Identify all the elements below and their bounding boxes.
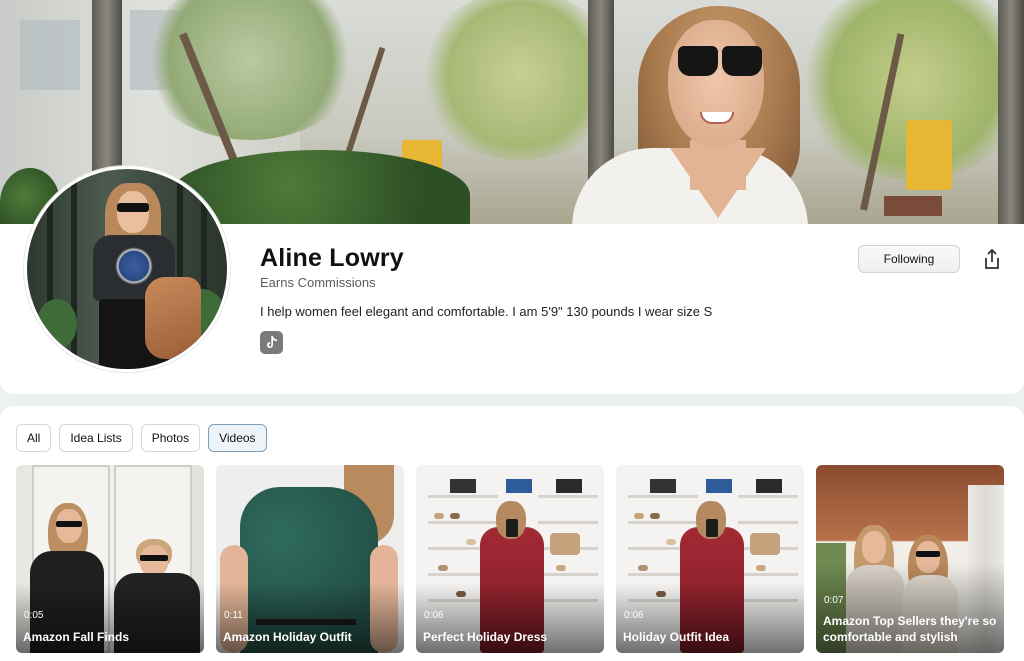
video-card[interactable]: 0:05 Amazon Fall Finds <box>16 465 204 653</box>
video-card[interactable]: 0:06 Perfect Holiday Dress <box>416 465 604 653</box>
commission-badge: Earns Commissions <box>260 275 376 290</box>
video-title: Amazon Fall Finds <box>23 630 130 644</box>
tiktok-icon[interactable] <box>260 331 283 354</box>
creator-name: Aline Lowry <box>260 244 404 272</box>
video-grid: 0:05 Amazon Fall Finds 0:11 Amazon Holid… <box>16 465 1004 653</box>
video-card[interactable]: 0:07 Amazon Top Sellers they're so comfo… <box>816 465 1004 653</box>
video-duration: 0:07 <box>824 595 844 606</box>
following-button[interactable]: Following <box>858 245 960 273</box>
video-card[interactable]: 0:06 Holiday Outfit Idea <box>616 465 804 653</box>
video-duration: 0:06 <box>424 610 444 621</box>
filter-tab-videos[interactable]: Videos <box>208 424 267 452</box>
video-duration: 0:11 <box>224 610 243 621</box>
video-duration: 0:05 <box>24 610 44 621</box>
video-title: Amazon Top Sellers they're so comfortabl… <box>823 614 997 644</box>
filter-tab-idea-lists[interactable]: Idea Lists <box>59 424 133 452</box>
creator-bio: I help women feel elegant and comfortabl… <box>260 304 713 319</box>
video-title: Perfect Holiday Dress <box>423 630 548 644</box>
video-title: Holiday Outfit Idea <box>623 630 730 644</box>
filter-tab-all[interactable]: All <box>16 424 52 452</box>
filter-tab-photos[interactable]: Photos <box>140 424 201 452</box>
video-title: Amazon Holiday Outfit <box>223 630 352 644</box>
storefront-page: Aline Lowry Earns Commissions I help wom… <box>0 0 1024 661</box>
content-filter-tabs: All Idea Lists Photos Videos <box>16 424 267 452</box>
profile-avatar <box>24 166 230 372</box>
share-icon[interactable] <box>979 246 1005 272</box>
video-duration: 0:06 <box>624 610 644 621</box>
video-card[interactable]: 0:11 Amazon Holiday Outfit <box>216 465 404 653</box>
